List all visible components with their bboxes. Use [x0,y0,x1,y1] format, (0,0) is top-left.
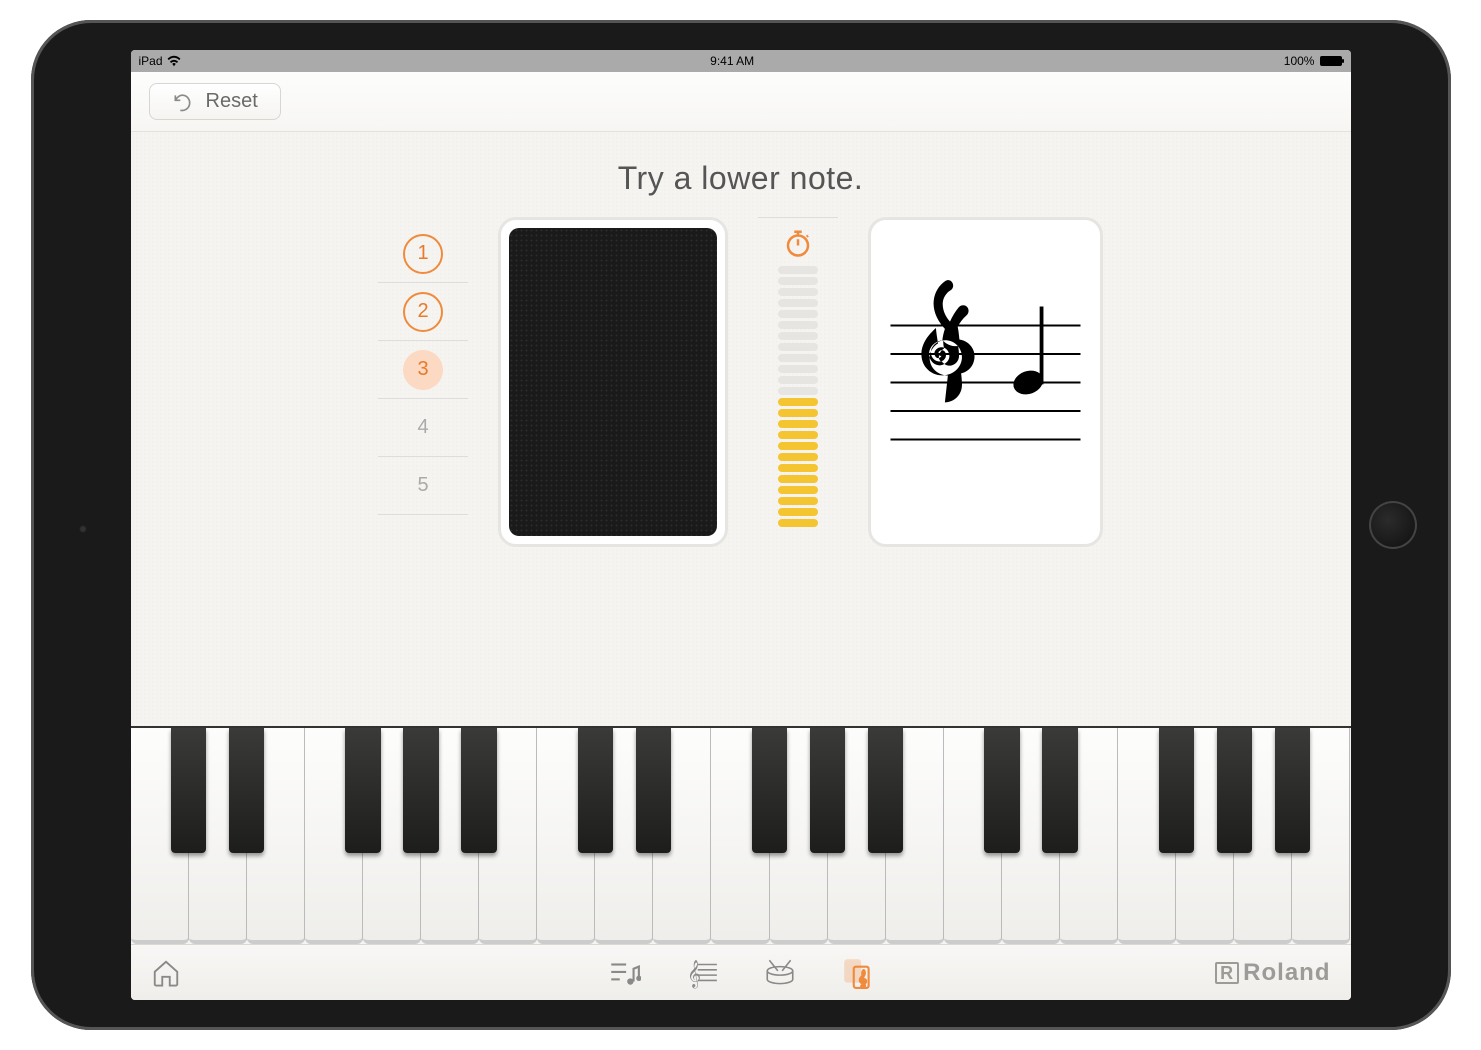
level-2[interactable]: 2 [378,283,468,341]
reset-button[interactable]: Reset [149,83,281,120]
timer-bar [778,431,818,439]
timer-bar [778,299,818,307]
timer-bar [778,310,818,318]
black-key[interactable] [1217,728,1252,853]
stopwatch-icon [783,228,813,258]
app-toolbar: Reset [131,72,1351,132]
ipad-home-button[interactable] [1369,501,1417,549]
status-bar: iPad 9:41 AM 100% [131,50,1351,72]
svg-text:𝄞: 𝄞 [858,970,867,987]
level-5[interactable]: 5 [378,457,468,515]
timer-bar [778,420,818,428]
screen: iPad 9:41 AM 100% Reset Try a lower note… [131,50,1351,1000]
device-label: iPad [139,54,163,68]
timer-bar [778,442,818,450]
brand-logo: R Roland [1215,959,1330,987]
timer-bar [778,519,818,527]
timer-bar [778,453,818,461]
timer-bar [778,332,818,340]
black-key[interactable] [1042,728,1077,853]
timer-bar [778,288,818,296]
reset-label: Reset [206,90,258,113]
timer-bar [778,497,818,505]
brand-text: Roland [1243,959,1330,987]
piano-keyboard[interactable] [131,726,1351,944]
battery-pct: 100% [1284,54,1315,68]
timer-bar [778,365,818,373]
timer-bar [778,475,818,483]
black-key[interactable] [578,728,613,853]
timer-bar [778,376,818,384]
undo-icon [172,92,192,112]
level-list: 12345 [378,217,468,515]
timer-bar [778,266,818,274]
timer-bar [778,343,818,351]
black-key[interactable] [868,728,903,853]
timer-bar [778,398,818,406]
main-content: Try a lower note. 12345 [131,132,1351,944]
timer-bar [778,387,818,395]
black-key[interactable] [403,728,438,853]
timer-bar [778,409,818,417]
timer-bar [778,486,818,494]
tab-songlist[interactable] [607,956,641,990]
tab-rhythm[interactable] [763,956,797,990]
level-3[interactable]: 3 [378,341,468,399]
timer-bars [778,266,818,527]
black-key[interactable] [984,728,1019,853]
home-icon[interactable] [151,958,181,988]
black-key[interactable] [345,728,380,853]
tab-flashcard[interactable]: 𝄞 [841,956,875,990]
black-key[interactable] [1275,728,1310,853]
piano-region [131,726,1351,944]
wifi-icon [167,55,181,67]
tab-bar: 𝄞 𝄞 R Roland [131,944,1351,1000]
black-key[interactable] [636,728,671,853]
level-4[interactable]: 4 [378,399,468,457]
hidden-card-face [509,228,717,536]
svg-text:𝄞: 𝄞 [687,960,701,988]
black-key[interactable] [229,728,264,853]
treble-clef-icon [921,280,974,402]
level-1[interactable]: 1 [378,225,468,283]
timer-column [758,217,838,527]
black-key[interactable] [810,728,845,853]
black-key[interactable] [461,728,496,853]
timer-bar [778,464,818,472]
hidden-card[interactable] [498,217,728,547]
tab-score[interactable]: 𝄞 [685,956,719,990]
quarter-note-icon [1010,306,1046,398]
music-staff [881,259,1090,506]
black-key[interactable] [1159,728,1194,853]
timer-bar [778,354,818,362]
tab-icons: 𝄞 𝄞 [607,956,875,990]
black-key[interactable] [752,728,787,853]
timer-bar [778,277,818,285]
timer-bar [778,508,818,516]
brand-r-icon: R [1215,962,1239,984]
game-area: 12345 [131,207,1351,547]
black-key[interactable] [171,728,206,853]
timer-bar [778,321,818,329]
ipad-frame: iPad 9:41 AM 100% Reset Try a lower note… [31,20,1451,1030]
note-card[interactable] [868,217,1103,547]
camera-dot [79,525,87,533]
hint-text: Try a lower note. [131,132,1351,207]
clock: 9:41 AM [710,54,754,68]
battery-icon [1320,56,1342,66]
